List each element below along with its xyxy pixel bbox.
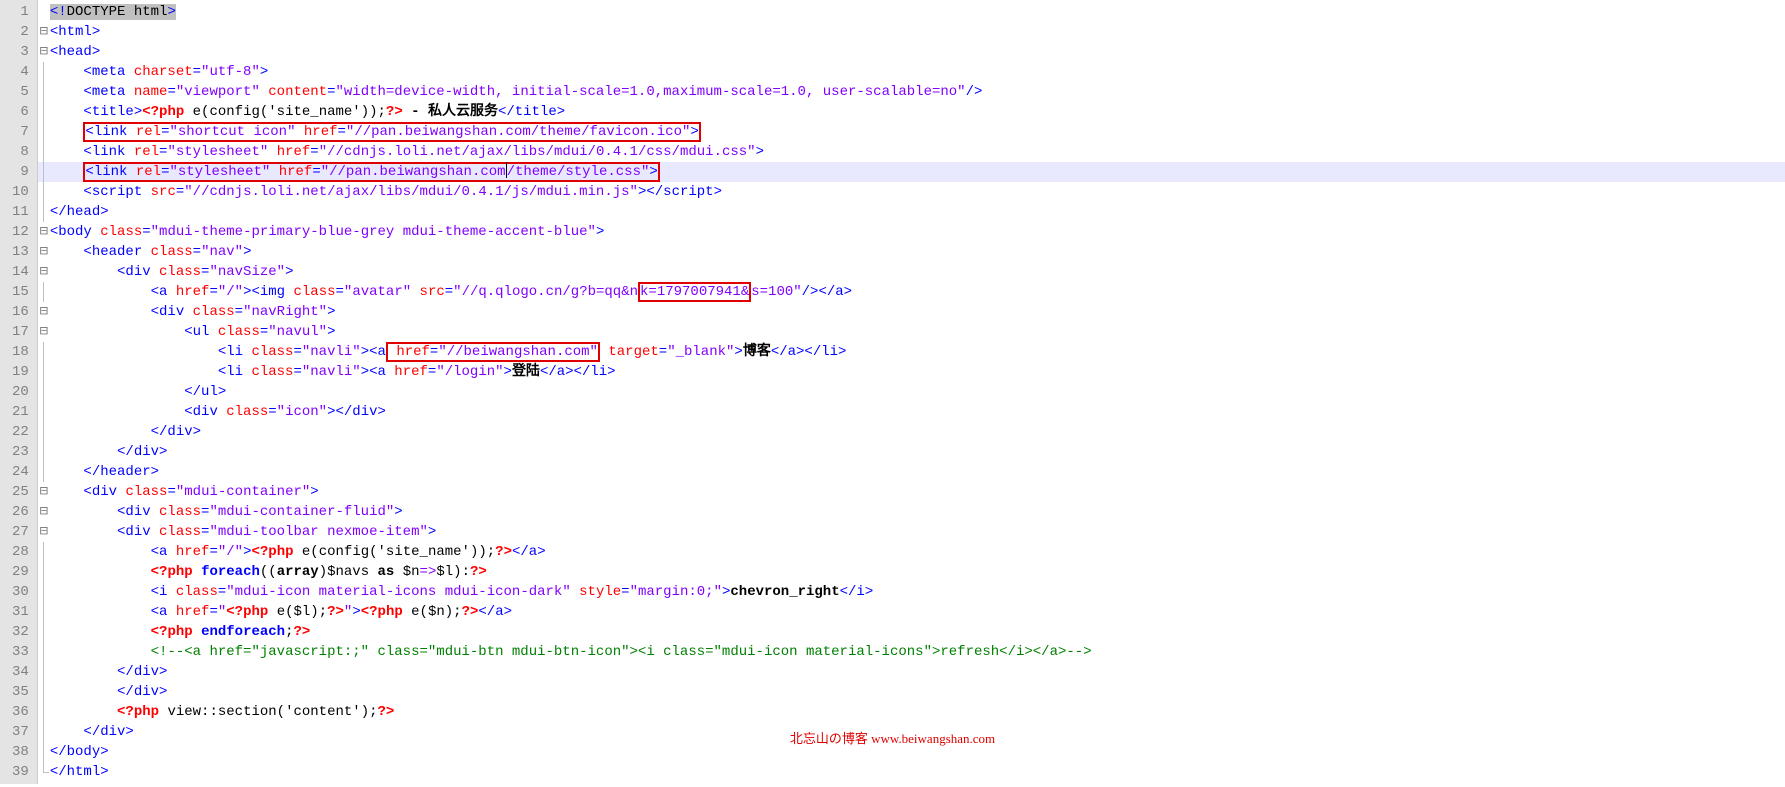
fold-minus-icon[interactable]: ⊟ [38, 222, 50, 242]
line-number[interactable]: 18 [0, 342, 37, 362]
code-line[interactable]: </div> [38, 422, 1785, 442]
line-number[interactable]: 9 [0, 162, 37, 182]
line-number[interactable]: 4 [0, 62, 37, 82]
code-area[interactable]: <!DOCTYPE html> ⊟<html> ⊟<head> <meta ch… [38, 0, 1785, 784]
code-line[interactable]: </div> [38, 662, 1785, 682]
code-line[interactable]: <link rel="shortcut icon" href="//pan.be… [38, 122, 1785, 142]
code-editor: 1 2 3 4 5 6 7 8 9 10 11 12 13 14 15 16 1… [0, 0, 1785, 784]
code-line-current[interactable]: <link rel="stylesheet" href="//pan.beiwa… [38, 162, 1785, 182]
code-line[interactable]: </div> [38, 442, 1785, 462]
line-number[interactable]: 38 [0, 742, 37, 762]
code-line[interactable]: <?php view::section('content');?> [38, 702, 1785, 722]
code-line[interactable]: <title><?php e(config('site_name'));?> -… [38, 102, 1785, 122]
code-line[interactable]: <!--<a href="javascript:;" class="mdui-b… [38, 642, 1785, 662]
line-number[interactable]: 15 [0, 282, 37, 302]
highlight-box: k=1797007941& [638, 282, 751, 302]
code-line[interactable]: <?php endforeach;?> [38, 622, 1785, 642]
code-line[interactable]: <?php foreach((array)$navs as $n=>$l):?> [38, 562, 1785, 582]
code-line[interactable]: <li class="navli"><a href="//beiwangshan… [38, 342, 1785, 362]
line-number[interactable]: 1 [0, 2, 37, 22]
code-line[interactable]: ⊟ <div class="navSize"> [38, 262, 1785, 282]
code-line[interactable]: <a href="/"><?php e(config('site_name'))… [38, 542, 1785, 562]
highlight-box: <link rel="shortcut icon" href="//pan.be… [83, 122, 700, 142]
line-number[interactable]: 36 [0, 702, 37, 722]
line-number[interactable]: 35 [0, 682, 37, 702]
code-line[interactable]: ⊟ <div class="mdui-container-fluid"> [38, 502, 1785, 522]
line-number[interactable]: 10 [0, 182, 37, 202]
line-number[interactable]: 24 [0, 462, 37, 482]
line-number[interactable]: 7 [0, 122, 37, 142]
fold-minus-icon[interactable]: ⊟ [38, 42, 50, 62]
line-number[interactable]: 34 [0, 662, 37, 682]
line-number[interactable]: 3 [0, 42, 37, 62]
line-number[interactable]: 26 [0, 502, 37, 522]
line-number[interactable]: 37 [0, 722, 37, 742]
code-line[interactable]: <script src="//cdnjs.loli.net/ajax/libs/… [38, 182, 1785, 202]
watermark-text: 北忘山の博客 www.beiwangshan.com [790, 728, 995, 747]
line-number[interactable]: 19 [0, 362, 37, 382]
code-line[interactable]: <!DOCTYPE html> [38, 2, 1785, 22]
code-line[interactable]: </html> [38, 762, 1785, 782]
code-line[interactable]: <li class="navli"><a href="/login">登陆</a… [38, 362, 1785, 382]
line-number-gutter[interactable]: 1 2 3 4 5 6 7 8 9 10 11 12 13 14 15 16 1… [0, 0, 38, 784]
line-number[interactable]: 31 [0, 602, 37, 622]
code-line[interactable]: <a href="/"><img class="avatar" src="//q… [38, 282, 1785, 302]
line-number[interactable]: 16 [0, 302, 37, 322]
line-number[interactable]: 17 [0, 322, 37, 342]
code-line[interactable]: ⊟ <div class="mdui-container"> [38, 482, 1785, 502]
code-line[interactable]: </header> [38, 462, 1785, 482]
code-line[interactable]: ⊟ <header class="nav"> [38, 242, 1785, 262]
line-number[interactable]: 33 [0, 642, 37, 662]
code-line[interactable]: <meta charset="utf-8"> [38, 62, 1785, 82]
highlight-box: <link rel="stylesheet" href="//pan.beiwa… [83, 162, 659, 182]
code-line[interactable]: </head> [38, 202, 1785, 222]
fold-minus-icon[interactable]: ⊟ [38, 522, 50, 542]
line-number[interactable]: 6 [0, 102, 37, 122]
line-number[interactable]: 30 [0, 582, 37, 602]
line-number[interactable]: 29 [0, 562, 37, 582]
fold-minus-icon[interactable]: ⊟ [38, 242, 50, 262]
line-number[interactable]: 22 [0, 422, 37, 442]
line-number[interactable]: 12 [0, 222, 37, 242]
line-number[interactable]: 23 [0, 442, 37, 462]
code-line[interactable]: ⊟<body class="mdui-theme-primary-blue-gr… [38, 222, 1785, 242]
fold-minus-icon[interactable]: ⊟ [38, 302, 50, 322]
line-number[interactable]: 2 [0, 22, 37, 42]
code-line[interactable]: ⊟ <div class="mdui-toolbar nexmoe-item"> [38, 522, 1785, 542]
code-line[interactable]: <i class="mdui-icon material-icons mdui-… [38, 582, 1785, 602]
line-number[interactable]: 32 [0, 622, 37, 642]
code-line[interactable]: <link rel="stylesheet" href="//cdnjs.lol… [38, 142, 1785, 162]
line-number[interactable]: 21 [0, 402, 37, 422]
code-line[interactable]: ⊟<head> [38, 42, 1785, 62]
line-number[interactable]: 11 [0, 202, 37, 222]
code-line[interactable]: <a href="<?php e($l);?>"><?php e($n);?><… [38, 602, 1785, 622]
code-line[interactable]: </ul> [38, 382, 1785, 402]
fold-minus-icon[interactable]: ⊟ [38, 322, 50, 342]
code-line[interactable]: <meta name="viewport" content="width=dev… [38, 82, 1785, 102]
code-line[interactable]: </div> [38, 682, 1785, 702]
line-number[interactable]: 8 [0, 142, 37, 162]
line-number[interactable]: 13 [0, 242, 37, 262]
fold-minus-icon[interactable]: ⊟ [38, 262, 50, 282]
line-number[interactable]: 27 [0, 522, 37, 542]
code-line[interactable]: <div class="icon"></div> [38, 402, 1785, 422]
line-number[interactable]: 25 [0, 482, 37, 502]
line-number[interactable]: 39 [0, 762, 37, 782]
highlight-box: href="//beiwangshan.com" [386, 342, 600, 362]
line-number[interactable]: 20 [0, 382, 37, 402]
line-number[interactable]: 14 [0, 262, 37, 282]
fold-minus-icon[interactable]: ⊟ [38, 22, 50, 42]
fold-minus-icon[interactable]: ⊟ [38, 502, 50, 522]
code-line[interactable]: ⊟ <div class="navRight"> [38, 302, 1785, 322]
line-number[interactable]: 5 [0, 82, 37, 102]
code-line[interactable]: ⊟ <ul class="navul"> [38, 322, 1785, 342]
line-number[interactable]: 28 [0, 542, 37, 562]
fold-minus-icon[interactable]: ⊟ [38, 482, 50, 502]
code-line[interactable]: ⊟<html> [38, 22, 1785, 42]
